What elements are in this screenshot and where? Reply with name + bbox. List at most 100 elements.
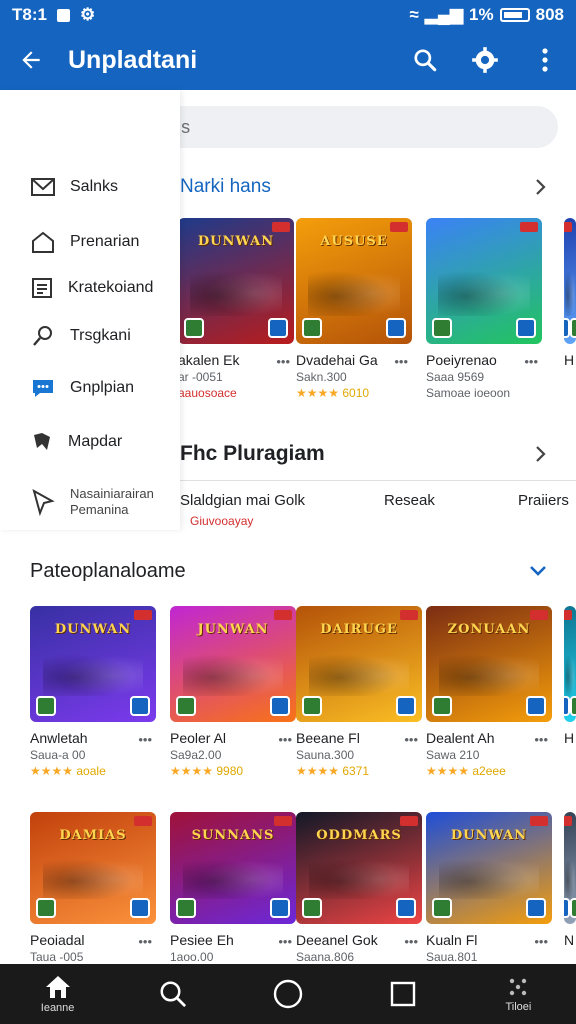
filter-row: Slaldgian mai Golk Reseak Praiiers Giuvo… — [180, 490, 576, 530]
more-options-icon[interactable]: ••• — [404, 934, 418, 949]
more-options-icon[interactable]: ••• — [138, 732, 152, 747]
back-arrow-icon[interactable] — [16, 45, 46, 75]
drawer-item-2[interactable]: Kratekoiand — [30, 276, 153, 300]
rating-value: 6010 — [342, 386, 370, 400]
game-title: Kualn Fl — [426, 932, 478, 948]
app-badge-icon — [36, 898, 56, 918]
wifi-icon: ≈ — [409, 5, 419, 24]
game-cover-image[interactable]: JUNWAN — [170, 606, 296, 722]
game-cover-image[interactable] — [426, 218, 542, 344]
game-meta: ar -0051 — [178, 370, 223, 384]
status-time: T8:1 — [12, 5, 47, 24]
notification-icon — [56, 8, 70, 22]
platform-badge-icon — [130, 696, 150, 716]
chevron-right-icon[interactable] — [534, 445, 548, 463]
gear-icon[interactable] — [470, 45, 500, 75]
game-cover-image[interactable]: SUNNANS — [170, 812, 296, 924]
game-tile[interactable]: JUNWAN Peoler Al Sa9a2.00 ★★★★ 9980 ••• — [170, 606, 296, 778]
game-cover-image[interactable]: DAMIAS — [30, 812, 156, 924]
filter-chip-1[interactable]: Reseak — [384, 492, 435, 509]
game-tile[interactable]: DAIRUGE Beeane Fl Sauna.300 ★★★★ 6371 ••• — [296, 606, 422, 778]
more-options-icon[interactable]: ••• — [278, 732, 292, 747]
drawer-item-0[interactable]: Salnks — [30, 176, 118, 198]
star-icon: ★★★★ — [426, 764, 473, 778]
rating-value: aoale — [76, 764, 106, 778]
star-icon: ★★★★ — [170, 764, 217, 778]
nav-more[interactable]: Tiloei — [461, 975, 576, 1013]
more-options-icon[interactable]: ••• — [276, 354, 290, 369]
star-rating: ★★★★ 6371 — [296, 764, 422, 778]
game-cover-image[interactable]: DAIRUGE — [296, 606, 422, 722]
more-options-icon[interactable]: ••• — [404, 732, 418, 747]
drawer-label: Gnplpian — [70, 379, 135, 396]
game-tile[interactable]: AUSUSE Dvadehai Ga Sakn.300 ★★★★ 6010 ••• — [296, 218, 412, 400]
section-header-program[interactable]: Fhc Pluragiam — [180, 442, 576, 466]
cover-figures — [308, 854, 410, 900]
nav-square[interactable] — [346, 980, 461, 1008]
game-cover-image[interactable] — [564, 218, 576, 344]
more-options-icon[interactable]: ••• — [524, 354, 538, 369]
game-tile[interactable]: DUNWAN Kualn Fl Saua.801 ••• — [426, 812, 552, 964]
game-tile[interactable]: DUNWAN akalen Ek ar -0051 aauosoace ••• — [178, 218, 294, 400]
game-cover-image[interactable]: DUNWAN — [426, 812, 552, 924]
section-header-featured[interactable]: Narki hans — [180, 176, 576, 198]
drawer-item-1[interactable]: Prenarian — [30, 230, 139, 254]
game-tile[interactable]: ODDMARS Deeanel Gok Saana.806 ••• — [296, 812, 422, 964]
more-options-icon[interactable]: ••• — [534, 934, 548, 949]
drawer-item-4[interactable]: Gnplpian — [30, 376, 134, 400]
drawer-item-6[interactable]: Nasainiarairan Pemanina — [30, 486, 154, 518]
filter-chip-0[interactable]: Slaldgian mai Golk — [180, 492, 305, 509]
game-cover-image[interactable]: ODDMARS — [296, 812, 422, 924]
game-tile[interactable]: SUNNANS Pesiee Eh 1aoo.00 ••• — [170, 812, 296, 964]
cover-title: DAMIAS — [59, 828, 127, 843]
search-icon[interactable] — [410, 45, 440, 75]
game-cover-image[interactable]: ZONUAAN — [426, 606, 552, 722]
home-icon — [32, 231, 54, 253]
app-badge-icon — [176, 696, 196, 716]
cover-figures — [565, 650, 575, 697]
app-badge-icon — [184, 318, 204, 338]
filter-chip-2[interactable]: Praiiers — [518, 492, 569, 509]
game-meta: Saana.806 — [296, 950, 355, 964]
game-meta: Saaa 9569 — [426, 370, 485, 384]
game-meta: Sawa 210 — [426, 748, 480, 762]
cover-figures — [437, 265, 531, 317]
more-options-icon[interactable]: ••• — [138, 934, 152, 949]
more-options-icon[interactable]: ••• — [278, 934, 292, 949]
chevron-down-icon[interactable] — [528, 564, 548, 578]
rating-flag-icon — [564, 222, 572, 232]
game-cover-image[interactable]: AUSUSE — [296, 218, 412, 344]
nav-search[interactable] — [115, 979, 230, 1009]
status-bar: T8:1 ⚙ ≈ ▂▄▆ 1% 808 — [0, 0, 576, 30]
nav-home[interactable]: Ieanne — [0, 974, 115, 1014]
game-cover-image[interactable]: DUNWAN — [30, 606, 156, 722]
drawer-item-3[interactable]: Trsgkani — [30, 324, 131, 348]
drawer-item-5[interactable]: Mapdar — [30, 430, 122, 454]
more-vert-icon[interactable] — [530, 45, 560, 75]
bottom-nav-bar: Ieanne Tiloei — [0, 964, 576, 1024]
signal-icon: ▂▄▆ — [424, 5, 464, 24]
game-tile[interactable]: H — [564, 218, 576, 368]
more-options-icon[interactable]: ••• — [534, 732, 548, 747]
game-tile[interactable]: DUNWAN Anwletah Saua-a 00 ★★★★ aoale ••• — [30, 606, 156, 778]
game-cover-image[interactable] — [564, 812, 576, 924]
more-options-icon[interactable]: ••• — [394, 354, 408, 369]
rating-flag-icon — [530, 816, 548, 826]
game-cover-image[interactable]: DUNWAN — [178, 218, 294, 344]
app-badge-icon — [570, 898, 576, 918]
nav-circle[interactable] — [230, 978, 345, 1010]
rating-value: a2eee — [472, 764, 506, 778]
section-title: Narki hans — [180, 176, 271, 197]
platform-badge-icon — [386, 318, 406, 338]
chevron-right-icon[interactable] — [534, 178, 548, 196]
status-clock: 808 — [535, 5, 564, 24]
game-tile[interactable]: DAMIAS Peoiadal Taua -005 ••• — [30, 812, 156, 964]
game-tile[interactable]: Poeiyrenao Saaa 9569 Samoae ioeoon ••• — [426, 218, 542, 400]
game-title: Peoiadal — [30, 932, 85, 948]
game-cover-image[interactable] — [564, 606, 576, 722]
game-tile[interactable]: N — [564, 812, 576, 948]
game-tile[interactable]: H — [564, 606, 576, 746]
star-rating: ★★★★ a2eee — [426, 764, 552, 778]
section-header-popular[interactable]: Pateoplanaloame — [30, 560, 576, 583]
game-tile[interactable]: ZONUAAN Dealent Ah Sawa 210 ★★★★ a2eee ••• — [426, 606, 552, 778]
